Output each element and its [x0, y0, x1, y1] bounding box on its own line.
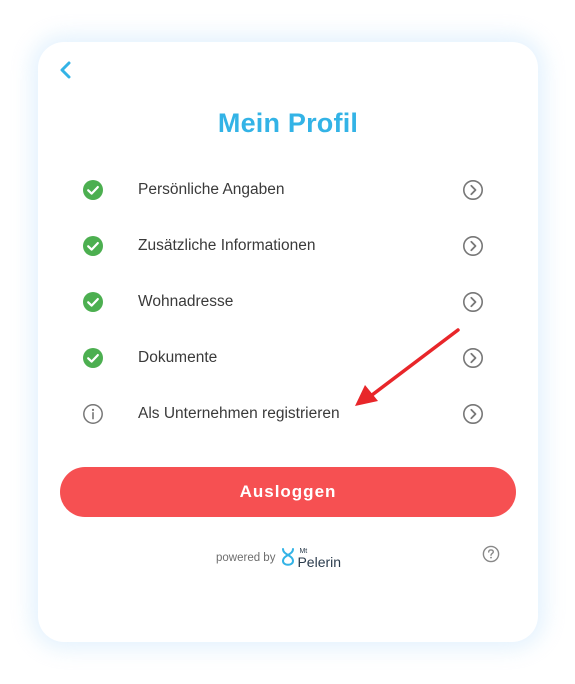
chevron-right-circle-icon[interactable] [462, 403, 484, 425]
menu-item-label: Zusätzliche Informationen [138, 237, 316, 254]
menu-item-documents[interactable]: Dokumente [38, 330, 538, 386]
question-circle-icon[interactable] [482, 545, 500, 563]
menu-item-label: Wohnadresse [138, 293, 234, 310]
menu-item-register-as-company[interactable]: Als Unternehmen registrieren [38, 386, 538, 442]
chevron-right-circle-icon[interactable] [462, 291, 484, 313]
chevron-right-circle-icon[interactable] [462, 179, 484, 201]
menu-item-label: Als Unternehmen registrieren [138, 405, 340, 422]
page-title: Mein Profil [217, 108, 359, 138]
powered-by-text: powered by [216, 552, 276, 564]
powered-by: powered by Mt Pelerin [216, 544, 341, 572]
brand-name-text: Pelerin [297, 553, 342, 570]
info-circle-icon [83, 404, 103, 424]
menu-item-additional-information[interactable]: Zusätzliche Informationen [38, 218, 538, 274]
menu-item-personal-details[interactable]: Persönliche Angaben [38, 162, 538, 218]
menu-item-home-address[interactable]: Wohnadresse [38, 274, 538, 330]
menu-item-label: Dokumente [138, 349, 218, 366]
check-circle-icon [83, 292, 103, 312]
chevron-right-circle-icon[interactable] [462, 235, 484, 257]
check-circle-icon [83, 348, 103, 368]
logout-button[interactable]: Ausloggen [60, 467, 516, 517]
chevron-right-circle-icon[interactable] [462, 347, 484, 369]
chevron-left-icon [60, 61, 71, 79]
check-circle-icon [83, 236, 103, 256]
profile-card: Mein Profil Persönliche Angaben Zusätzli… [38, 42, 538, 642]
back-button[interactable] [54, 58, 78, 82]
mt-pelerin-logo-icon [282, 548, 295, 566]
menu-item-label: Persönliche Angaben [138, 181, 285, 198]
brand-name: Mt Pelerin [297, 548, 341, 569]
check-circle-icon [83, 180, 103, 200]
profile-menu: Persönliche Angaben Zusätzliche Informat… [38, 162, 538, 442]
